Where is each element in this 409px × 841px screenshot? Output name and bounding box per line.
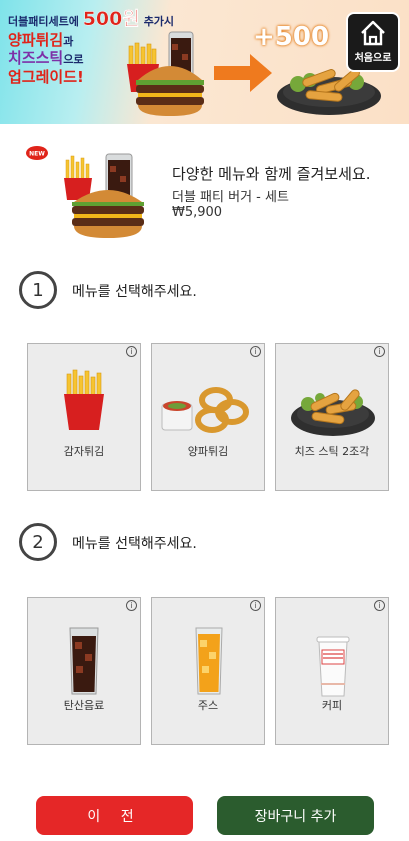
option-label: 탄산음료 <box>63 699 105 712</box>
info-icon[interactable]: i <box>126 600 137 611</box>
step-1-label: 메뉴를 선택해주세요. <box>72 284 197 300</box>
step-1-number: 1 <box>19 271 57 309</box>
promo-line2-suffix: 과 <box>63 35 74 49</box>
step-2-number: 2 <box>19 523 57 561</box>
option-cheese-sticks[interactable]: i 치즈 스틱 2조각 <box>275 343 389 491</box>
prev-button[interactable]: 이 전 <box>36 796 193 835</box>
coffee-cup-icon <box>316 636 350 697</box>
step-2-label: 메뉴를 선택해주세요. <box>72 536 197 552</box>
product-name: 더블 패티 버거 - 세트 <box>172 190 289 205</box>
cheese-sticks-icon <box>291 389 375 436</box>
option-juice[interactable]: i 주스 <box>151 597 265 745</box>
promo-line1-prefix: 더블패티세트에 <box>8 15 79 28</box>
promo-cheese-sticks: 치즈스틱 <box>8 49 64 68</box>
option-onion-rings[interactable]: i 양파튀김 <box>151 343 265 491</box>
option-label: 감자튀김 <box>63 445 105 458</box>
option-coffee[interactable]: i 커피 <box>275 597 389 745</box>
info-icon[interactable]: i <box>250 600 261 611</box>
option-label: 양파튀김 <box>187 445 229 458</box>
promo-line3-suffix: 으로 <box>63 53 84 67</box>
fries-icon <box>64 369 104 430</box>
cola-icon <box>69 627 99 695</box>
plus-price-text: +500 <box>253 22 330 52</box>
promo-upgrade: 업그레이드! <box>8 67 84 86</box>
burger-icon <box>136 66 204 116</box>
promo-onion-rings: 양파튀김 <box>8 31 64 50</box>
option-label: 커피 <box>321 699 343 712</box>
info-icon[interactable]: i <box>374 600 385 611</box>
new-badge: NEW <box>26 146 48 160</box>
info-icon[interactable]: i <box>126 346 137 357</box>
info-icon[interactable]: i <box>374 346 385 357</box>
product-intro: 다양한 메뉴와 함께 즐겨보세요. <box>172 165 371 183</box>
option-cola[interactable]: i 탄산음료 <box>27 597 141 745</box>
promo-amount: 500원 <box>82 8 140 30</box>
onion-rings-icon <box>161 387 249 433</box>
set-meal-image <box>64 153 144 238</box>
home-icon <box>361 20 385 46</box>
promo-line1-suffix: 추가시 <box>143 15 175 28</box>
option-fries[interactable]: i 감자튀김 <box>27 343 141 491</box>
add-to-cart-button[interactable]: 장바구니 추가 <box>217 796 374 835</box>
juice-icon <box>195 627 223 695</box>
home-button[interactable]: 처음으로 <box>346 12 400 72</box>
new-badge-text: NEW <box>29 151 45 158</box>
option-label: 주스 <box>197 699 219 712</box>
option-label: 치즈 스틱 2조각 <box>294 445 370 458</box>
arrow-right-icon <box>214 54 272 92</box>
product-price: ₩5,900 <box>172 205 223 220</box>
promo-banner: 더블패티세트에 500원 추가시 양파튀김과 치즈스틱으로 업그레이드! +50… <box>0 0 409 124</box>
info-icon[interactable]: i <box>250 346 261 357</box>
home-button-label: 처음으로 <box>354 53 392 64</box>
